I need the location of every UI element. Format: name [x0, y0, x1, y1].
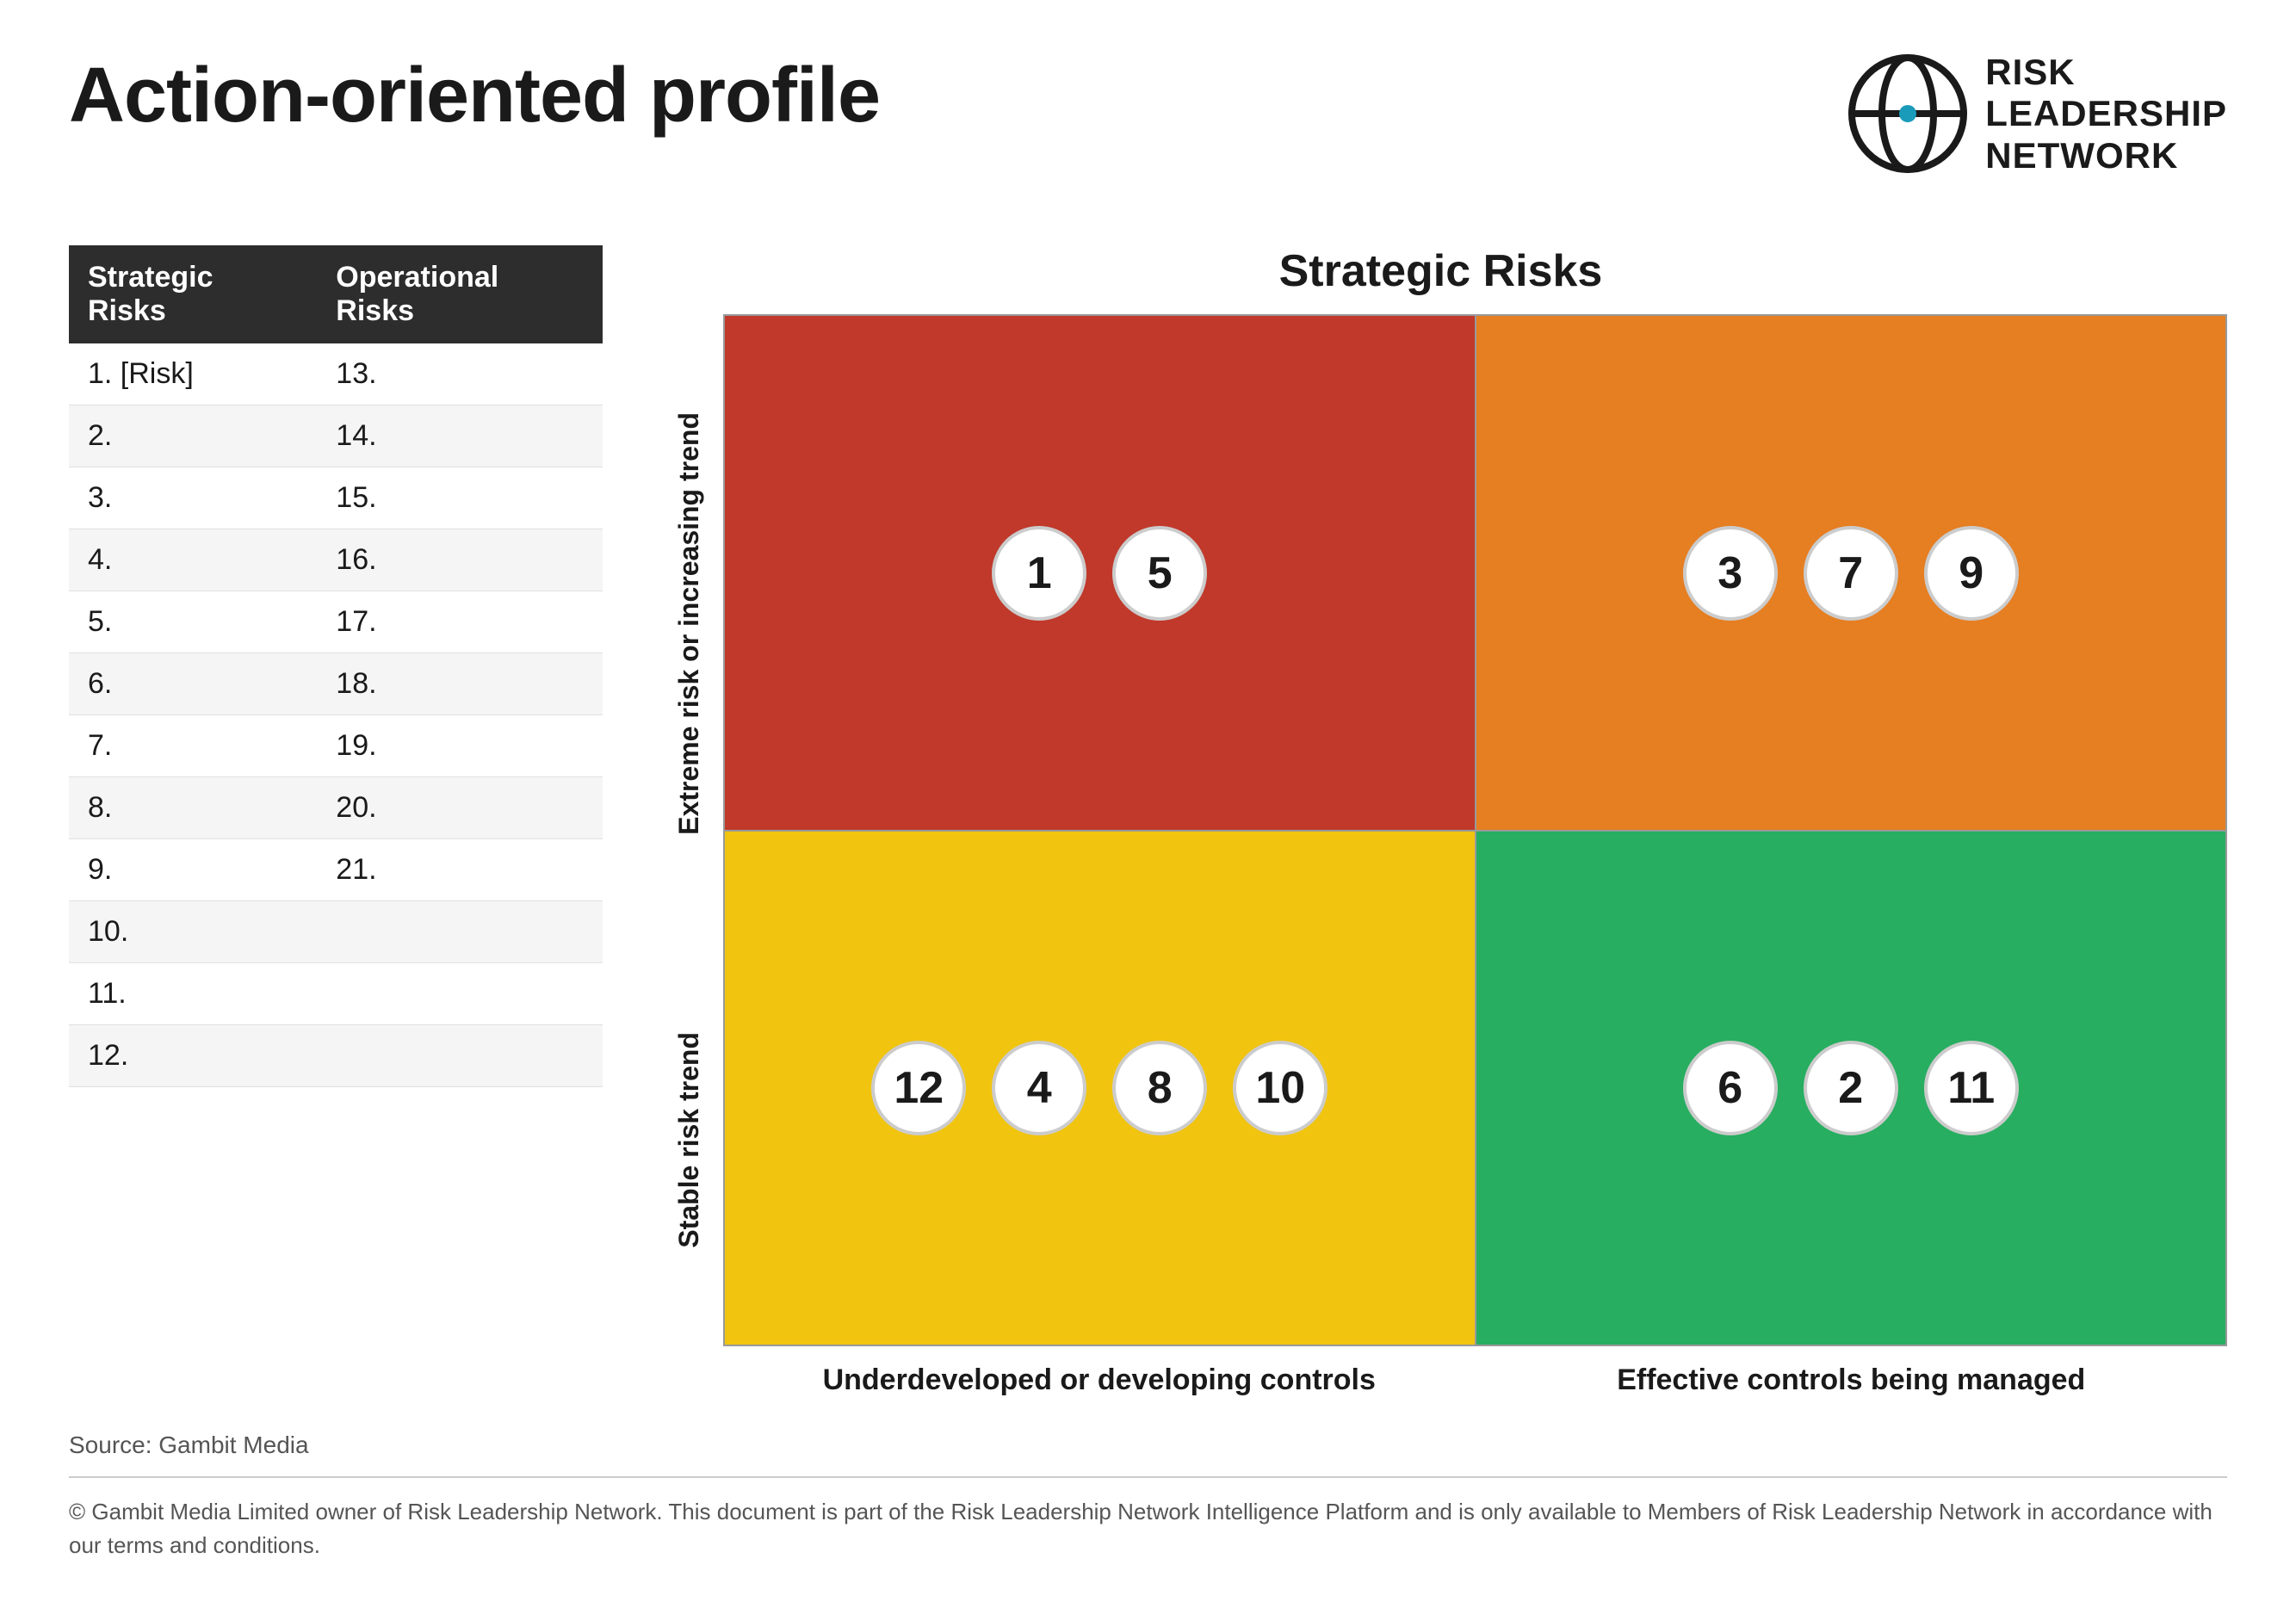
x-axis: Underdeveloped or developing controls Ef… [654, 1364, 2227, 1397]
quadrant-top-right: 379 [1475, 316, 2226, 831]
table-cell-col2-9 [317, 900, 603, 962]
table-row: 9.21. [69, 838, 603, 900]
table-cell-col1-5: 6. [69, 652, 317, 714]
top-row: 15 379 [725, 316, 2225, 831]
chart-section: Strategic Risks Extreme risk or increasi… [654, 245, 2227, 1397]
table-cell-col2-4: 17. [317, 591, 603, 652]
table-cell-col2-5: 18. [317, 652, 603, 714]
risk-number-7: 7 [1804, 526, 1898, 621]
risk-number-1: 1 [992, 526, 1086, 621]
footer: Source: Gambit Media © Gambit Media Limi… [69, 1397, 2227, 1562]
table-row: 12. [69, 1024, 603, 1086]
logo: RISK LEADERSHIP NETWORK [1847, 52, 2227, 176]
table-row: 7.19. [69, 714, 603, 776]
table-section: Strategic Risks Operational Risks 1. [Ri… [69, 245, 603, 1397]
chart-title: Strategic Risks [654, 245, 2227, 297]
table-cell-col2-3: 16. [317, 529, 603, 591]
table-cell-col2-8: 21. [317, 838, 603, 900]
table-cell-col2-2: 15. [317, 467, 603, 529]
y-axis-bottom-label: Stable risk trend [673, 1032, 705, 1248]
risk-number-4: 4 [992, 1041, 1086, 1135]
bottom-row: 12 48 10 62 11 [725, 830, 2225, 1345]
table-cell-col1-4: 5. [69, 591, 317, 652]
table-cell-col1-11: 12. [69, 1024, 317, 1086]
logo-icon [1847, 53, 1968, 174]
table-row: 6.18. [69, 652, 603, 714]
table-cell-col1-2: 3. [69, 467, 317, 529]
table-row: 10. [69, 900, 603, 962]
footer-divider [69, 1476, 2227, 1478]
risk-number-2: 2 [1804, 1041, 1898, 1135]
quadrant-bottom-right: 62 11 [1475, 830, 2226, 1345]
x-axis-right-label: Effective controls being managed [1476, 1364, 2228, 1397]
table-cell-col2-10 [317, 962, 603, 1024]
risk-number-8: 8 [1112, 1041, 1207, 1135]
table-row: 8.20. [69, 776, 603, 838]
risk-number-6: 6 [1683, 1041, 1778, 1135]
table-cell-col2-6: 19. [317, 714, 603, 776]
risk-number-5: 5 [1112, 526, 1207, 621]
y-axis: Extreme risk or increasing trend Stable … [654, 314, 723, 1346]
table-row: 11. [69, 962, 603, 1024]
table-cell-col1-8: 9. [69, 838, 317, 900]
table-row: 3.15. [69, 467, 603, 529]
table-cell-col2-0: 13. [317, 343, 603, 405]
table-row: 2.14. [69, 405, 603, 467]
source-text: Source: Gambit Media [69, 1432, 2227, 1459]
quadrant-bottom-left: 12 48 10 [725, 830, 1475, 1345]
grid-container: 15 379 12 48 10 62 11 [723, 314, 2227, 1346]
risk-number-10: 10 [1233, 1041, 1327, 1135]
y-axis-top-label: Extreme risk or increasing trend [673, 412, 705, 835]
table-cell-col2-1: 14. [317, 405, 603, 467]
table-cell-col1-7: 8. [69, 776, 317, 838]
col1-header: Strategic Risks [69, 245, 317, 343]
page-title: Action-oriented profile [69, 52, 880, 140]
logo-text: RISK LEADERSHIP NETWORK [1985, 52, 2227, 176]
table-cell-col1-3: 4. [69, 529, 317, 591]
risk-number-9: 9 [1924, 526, 2019, 621]
table-cell-col2-11 [317, 1024, 603, 1086]
table-cell-col1-0: 1. [Risk] [69, 343, 317, 405]
table-cell-col1-1: 2. [69, 405, 317, 467]
risk-table: Strategic Risks Operational Risks 1. [Ri… [69, 245, 603, 1087]
risk-number-11: 11 [1924, 1041, 2019, 1135]
x-axis-labels: Underdeveloped or developing controls Ef… [723, 1364, 2227, 1397]
table-cell-col1-6: 7. [69, 714, 317, 776]
main-content: Strategic Risks Operational Risks 1. [Ri… [69, 245, 2227, 1397]
table-cell-col1-9: 10. [69, 900, 317, 962]
risk-number-3: 3 [1683, 526, 1778, 621]
quadrant-top-left: 15 [725, 316, 1475, 831]
col2-header: Operational Risks [317, 245, 603, 343]
table-cell-col2-7: 20. [317, 776, 603, 838]
table-cell-col1-10: 11. [69, 962, 317, 1024]
table-row: 5.17. [69, 591, 603, 652]
table-row: 1. [Risk]13. [69, 343, 603, 405]
page-header: Action-oriented profile RISK LEADERSHIP … [69, 52, 2227, 176]
table-row: 4.16. [69, 529, 603, 591]
risk-number-12: 12 [871, 1041, 966, 1135]
copyright-text: © Gambit Media Limited owner of Risk Lea… [69, 1495, 2227, 1562]
chart-wrapper: Extreme risk or increasing trend Stable … [654, 314, 2227, 1346]
x-axis-left-label: Underdeveloped or developing controls [723, 1364, 1476, 1397]
